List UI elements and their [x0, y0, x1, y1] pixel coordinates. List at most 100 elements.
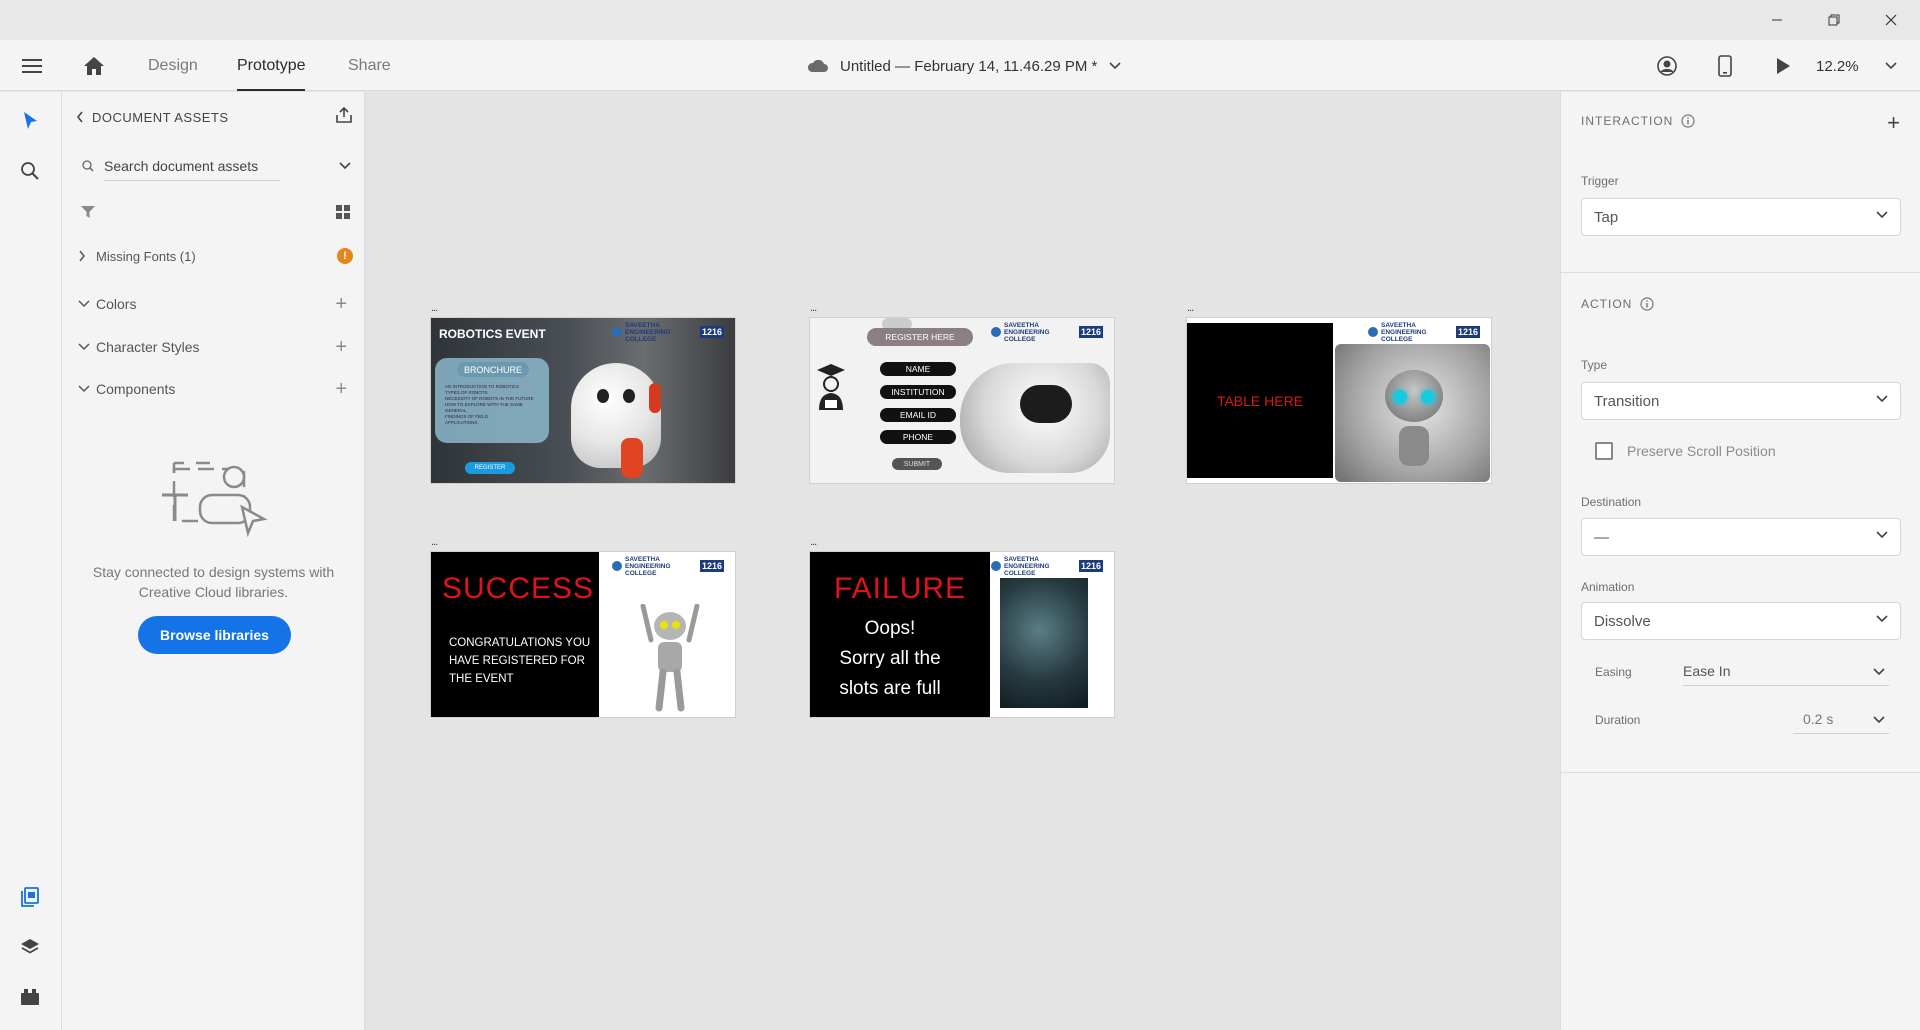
warning-icon: !: [337, 248, 353, 264]
components-section[interactable]: Components +: [62, 377, 365, 401]
register-button[interactable]: REGISTER: [465, 462, 515, 474]
restore-button[interactable]: [1805, 0, 1862, 40]
components-label: Components: [96, 381, 176, 397]
college-logo: SAVEETHA ENGINEERING COLLEGE 1216: [612, 556, 730, 577]
missing-fonts-label: Missing Fonts (1): [96, 248, 196, 264]
type-label: Type: [1581, 358, 1608, 372]
preserve-scroll-checkbox[interactable]: [1595, 442, 1613, 460]
chevron-down-icon: [1873, 716, 1885, 724]
tab-design[interactable]: Design: [148, 40, 198, 91]
document-title-menu[interactable]: Untitled — February 14, 11.46.29 PM *: [806, 54, 1121, 78]
document-assets-icon: [21, 887, 39, 907]
chevron-left-icon[interactable]: [76, 111, 84, 123]
play-icon: [1777, 58, 1790, 74]
action-header: ACTION: [1581, 297, 1654, 311]
section-divider: [1561, 272, 1920, 273]
robot-face-image: [1000, 578, 1088, 708]
easing-dropdown[interactable]: Ease In: [1683, 656, 1889, 686]
failure-message-line-3: slots are full: [839, 678, 941, 699]
destination-dropdown[interactable]: —: [1581, 518, 1901, 556]
info-icon[interactable]: [1681, 114, 1695, 128]
artboard-handle[interactable]: ...: [431, 536, 438, 548]
artboard-failure[interactable]: FAILURE Oops! Sorry all the slots are fu…: [810, 552, 1114, 717]
chevron-down-icon: [1884, 62, 1897, 70]
artboard-robotics-event[interactable]: ROBOTICS EVENT BRONCHURE AN INTRODUCTION…: [431, 318, 735, 483]
email-field[interactable]: EMAIL ID: [880, 408, 956, 422]
tool-rail: [0, 92, 62, 1030]
artboard-success[interactable]: SUCCESS CONGRATULATIONS YOU HAVE REGISTE…: [431, 552, 735, 717]
duration-value: 0.2 s: [1803, 710, 1834, 727]
add-component-icon[interactable]: +: [335, 378, 347, 401]
artboard-table[interactable]: TABLE HERE SAVEETHA ENGINEERING COLLEGE 1…: [1187, 318, 1491, 483]
colors-section[interactable]: Colors +: [62, 292, 365, 316]
assets-title: DOCUMENT ASSETS: [92, 109, 229, 125]
design-canvas[interactable]: ... ROBOTICS EVENT BRONCHURE AN INTRODUC…: [366, 92, 1560, 1030]
add-interaction-icon[interactable]: +: [1887, 110, 1900, 136]
artboard-handle[interactable]: ...: [810, 302, 817, 314]
robot-image: [571, 363, 661, 468]
chevron-down-icon[interactable]: [339, 162, 351, 170]
type-dropdown[interactable]: Transition: [1581, 382, 1901, 420]
assets-panel-button[interactable]: [15, 882, 45, 912]
college-logo: SAVEETHA ENGINEERING COLLEGE 1216: [612, 322, 730, 343]
browse-libraries-button[interactable]: Browse libraries: [138, 616, 291, 654]
robot-image: [1335, 344, 1490, 482]
preserve-scroll-label: Preserve Scroll Position: [1627, 443, 1776, 459]
share-assets-button[interactable]: [335, 106, 353, 127]
chevron-down-icon: [1873, 668, 1885, 676]
add-color-icon[interactable]: +: [335, 293, 347, 316]
user-preview-button[interactable]: [1652, 52, 1682, 80]
filter-icon[interactable]: [80, 204, 96, 220]
brochure-list: AN INTRODUCTION TO ROBOTICS TYPES OF ROB…: [445, 384, 534, 425]
artboard-register[interactable]: REGISTER HERE NAME INSTITUTION EMAIL ID …: [810, 318, 1114, 483]
home-button[interactable]: [78, 52, 110, 80]
layers-panel-button[interactable]: [15, 932, 45, 962]
plugins-panel-button[interactable]: [15, 982, 45, 1012]
info-icon[interactable]: [1640, 297, 1654, 311]
table-placeholder-text: TABLE HERE: [1216, 392, 1304, 409]
device-preview-button[interactable]: [1710, 52, 1740, 80]
artboard-handle[interactable]: ...: [1187, 302, 1194, 314]
trigger-dropdown[interactable]: Tap: [1581, 198, 1901, 236]
interaction-header: INTERACTION: [1581, 114, 1695, 128]
close-button[interactable]: [1862, 0, 1919, 40]
duration-dropdown[interactable]: 0.2 s: [1793, 704, 1889, 734]
add-character-style-icon[interactable]: +: [335, 336, 347, 359]
window-title-bar: [0, 0, 1920, 40]
institution-field[interactable]: INSTITUTION: [880, 385, 956, 399]
artboard-handle[interactable]: ...: [431, 302, 438, 314]
animation-dropdown[interactable]: Dissolve: [1581, 602, 1901, 640]
select-tool-button[interactable]: [15, 106, 45, 136]
college-logo: SAVEETHA ENGINEERING COLLEGE 1216: [991, 322, 1109, 343]
preserve-scroll-option[interactable]: Preserve Scroll Position: [1595, 442, 1776, 460]
chevron-down-icon: [1876, 615, 1888, 623]
minimize-button[interactable]: [1748, 0, 1805, 40]
tab-prototype[interactable]: Prototype: [237, 40, 306, 91]
zoom-dropdown[interactable]: 12.2%: [1816, 54, 1897, 78]
artboard-handle[interactable]: ...: [810, 536, 817, 548]
failure-title: FAILURE: [834, 572, 967, 605]
play-preview-button[interactable]: [1768, 52, 1798, 80]
character-styles-label: Character Styles: [96, 339, 200, 355]
chevron-down-icon: [78, 343, 90, 351]
submit-button[interactable]: SUBMIT: [892, 458, 942, 470]
zoom-tool-button[interactable]: [15, 156, 45, 186]
robot-image: [637, 603, 703, 714]
document-title: Untitled — February 14, 11.46.29 PM *: [840, 57, 1098, 75]
animation-label: Animation: [1581, 580, 1635, 594]
college-logo: SAVEETHA ENGINEERING COLLEGE 1216: [1368, 322, 1486, 343]
missing-fonts-row[interactable]: Missing Fonts (1) !: [62, 244, 365, 268]
character-styles-section[interactable]: Character Styles +: [62, 335, 365, 359]
easing-value: Ease In: [1683, 662, 1731, 679]
colors-label: Colors: [96, 296, 137, 312]
grid-view-icon[interactable]: [335, 204, 351, 220]
phone-field[interactable]: PHONE: [880, 430, 956, 444]
pointer-arrow-icon: [24, 112, 37, 129]
search-input[interactable]: Search document assets: [104, 158, 280, 181]
college-logo: SAVEETHA ENGINEERING COLLEGE 1216: [991, 556, 1109, 577]
restore-icon: [1828, 14, 1839, 26]
assets-search[interactable]: Search document assets: [62, 152, 365, 181]
hamburger-menu-button[interactable]: [16, 52, 48, 80]
tab-share[interactable]: Share: [348, 40, 391, 91]
name-field[interactable]: NAME: [880, 362, 956, 376]
